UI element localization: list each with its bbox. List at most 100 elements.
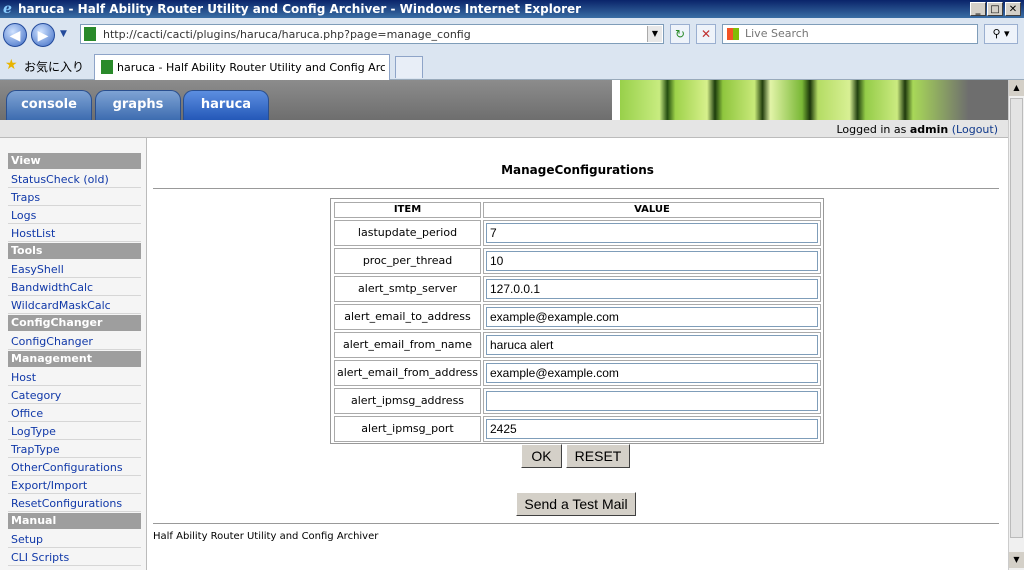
sidebar-item-setup[interactable]: Setup bbox=[8, 531, 141, 548]
sidebar-item-hostlist[interactable]: HostList bbox=[8, 225, 141, 242]
config-item-label: alert_email_from_address bbox=[334, 360, 481, 386]
sidebar-section-management: Management bbox=[8, 351, 141, 367]
title-divider bbox=[153, 188, 999, 189]
alert-ipmsg-port-input[interactable] bbox=[486, 419, 818, 439]
config-value-cell bbox=[483, 248, 821, 274]
tab-haruca[interactable]: haruca bbox=[183, 90, 269, 120]
config-item-label: lastupdate_period bbox=[334, 220, 481, 246]
login-prefix: Logged in as bbox=[836, 123, 907, 136]
sidebar-item-traps[interactable]: Traps bbox=[8, 189, 141, 206]
send-test-mail-button[interactable]: Send a Test Mail bbox=[516, 492, 636, 516]
cactus-banner-image bbox=[612, 80, 1008, 120]
sidebar-menu: View StatusCheck (old) Traps Logs HostLi… bbox=[0, 138, 147, 570]
address-url[interactable]: http://cacti/cacti/plugins/haruca/haruca… bbox=[103, 28, 471, 41]
alert-email-from-name-input[interactable] bbox=[486, 335, 818, 355]
ie-logo-icon: e bbox=[3, 1, 12, 17]
config-item-label: alert_email_from_name bbox=[334, 332, 481, 358]
history-dropdown-icon[interactable]: ▼ bbox=[60, 29, 67, 39]
config-item-label: alert_ipmsg_port bbox=[334, 416, 481, 442]
favorites-star-icon[interactable]: ★ bbox=[5, 58, 18, 72]
sidebar-item-office[interactable]: Office bbox=[8, 405, 141, 422]
sidebar-item-cli-scripts[interactable]: CLI Scripts bbox=[8, 549, 141, 566]
config-value-cell bbox=[483, 276, 821, 302]
favorites-label[interactable]: お気に入り bbox=[24, 58, 84, 75]
config-table: ITEM VALUE lastupdate_period proc_per_th… bbox=[330, 198, 824, 444]
alert-ipmsg-address-input[interactable] bbox=[486, 391, 818, 411]
maximize-button[interactable]: □ bbox=[987, 2, 1003, 16]
sidebar-item-traptype[interactable]: TrapType bbox=[8, 441, 141, 458]
config-value-cell bbox=[483, 332, 821, 358]
search-icon: ⚲ bbox=[992, 27, 1001, 40]
tab-favicon-icon bbox=[101, 60, 113, 74]
address-field[interactable]: http://cacti/cacti/plugins/haruca/haruca… bbox=[80, 24, 664, 44]
search-button[interactable]: ⚲ ▾ bbox=[984, 24, 1018, 44]
reset-button[interactable]: RESET bbox=[566, 444, 630, 468]
config-value-cell bbox=[483, 304, 821, 330]
sidebar-item-category[interactable]: Category bbox=[8, 387, 141, 404]
config-value-cell bbox=[483, 388, 821, 414]
browser-tab[interactable]: haruca - Half Ability Router Utility and… bbox=[94, 54, 390, 80]
sidebar-item-configchanger[interactable]: ConfigChanger bbox=[8, 333, 141, 350]
new-tab-button[interactable] bbox=[395, 56, 423, 78]
refresh-icon[interactable]: ↻ bbox=[670, 24, 690, 44]
tab-console[interactable]: console bbox=[6, 90, 92, 120]
sidebar-item-logs[interactable]: Logs bbox=[8, 207, 141, 224]
config-value-cell bbox=[483, 416, 821, 442]
sidebar-section-configchanger: ConfigChanger bbox=[8, 315, 141, 331]
footer-divider bbox=[153, 523, 999, 524]
column-header-item: ITEM bbox=[334, 202, 481, 218]
window-title-bar: e haruca - Half Ability Router Utility a… bbox=[0, 0, 1024, 18]
alert-email-from-address-input[interactable] bbox=[486, 363, 818, 383]
browser-tab-bar: ★ お気に入り haruca - Half Ability Router Uti… bbox=[0, 52, 1024, 80]
sidebar-section-view: View bbox=[8, 153, 141, 169]
sidebar-item-export-import[interactable]: Export/Import bbox=[8, 477, 141, 494]
logged-in-user: admin bbox=[909, 123, 949, 136]
config-item-label: alert_email_to_address bbox=[334, 304, 481, 330]
address-toolbar: ◀ ▶ ▼ http://cacti/cacti/plugins/haruca/… bbox=[0, 18, 1024, 52]
proc-per-thread-input[interactable] bbox=[486, 251, 818, 271]
config-item-label: alert_smtp_server bbox=[334, 276, 481, 302]
sidebar-section-tools: Tools bbox=[8, 243, 141, 259]
login-bar: Logged in as admin (Logout) bbox=[0, 120, 1008, 138]
main-content: ManageConfigurations ITEM VALUE lastupda… bbox=[147, 138, 1008, 570]
live-search-box[interactable] bbox=[722, 24, 978, 44]
sidebar-item-otherconfigurations[interactable]: OtherConfigurations bbox=[8, 459, 141, 476]
sidebar-item-easyshell[interactable]: EasyShell bbox=[8, 261, 141, 278]
footer-text: Half Ability Router Utility and Config A… bbox=[153, 531, 379, 542]
sidebar-item-wildcardmaskcalc[interactable]: WildcardMaskCalc bbox=[8, 297, 141, 314]
alert-email-to-address-input[interactable] bbox=[486, 307, 818, 327]
cacti-header: console graphs haruca bbox=[0, 80, 1008, 120]
forward-button[interactable]: ▶ bbox=[31, 23, 55, 47]
sidebar-item-resetconfigurations[interactable]: ResetConfigurations bbox=[8, 495, 141, 512]
ok-button[interactable]: OK bbox=[521, 444, 562, 468]
page-title: ManageConfigurations bbox=[501, 163, 654, 177]
config-item-label: alert_ipmsg_address bbox=[334, 388, 481, 414]
close-window-button[interactable]: ✕ bbox=[1005, 2, 1021, 16]
sidebar-item-bandwidthcalc[interactable]: BandwidthCalc bbox=[8, 279, 141, 296]
live-search-input[interactable] bbox=[745, 27, 965, 40]
column-header-value: VALUE bbox=[483, 202, 821, 218]
scroll-down-icon[interactable]: ▼ bbox=[1009, 552, 1024, 568]
sidebar-item-logtype[interactable]: LogType bbox=[8, 423, 141, 440]
back-button[interactable]: ◀ bbox=[3, 23, 27, 47]
config-value-cell bbox=[483, 360, 821, 386]
stop-icon[interactable]: ✕ bbox=[696, 24, 716, 44]
sidebar-item-statuscheck[interactable]: StatusCheck (old) bbox=[8, 171, 141, 188]
config-item-label: proc_per_thread bbox=[334, 248, 481, 274]
lastupdate-period-input[interactable] bbox=[486, 223, 818, 243]
sidebar-item-host[interactable]: Host bbox=[8, 369, 141, 386]
page-scrollbar[interactable]: ▲ ▼ bbox=[1008, 80, 1024, 570]
browser-tab-title: haruca - Half Ability Router Utility and… bbox=[117, 61, 385, 74]
scrollbar-thumb[interactable] bbox=[1010, 98, 1023, 538]
windows-logo-icon bbox=[727, 28, 739, 40]
sidebar-section-manual: Manual bbox=[8, 513, 141, 529]
minimize-button[interactable]: _ bbox=[970, 2, 986, 16]
tab-graphs[interactable]: graphs bbox=[95, 90, 181, 120]
logout-link[interactable]: (Logout) bbox=[952, 123, 998, 136]
address-dropdown-icon[interactable]: ▼ bbox=[647, 26, 662, 42]
window-title: haruca - Half Ability Router Utility and… bbox=[18, 2, 582, 16]
config-value-cell bbox=[483, 220, 821, 246]
alert-smtp-server-input[interactable] bbox=[486, 279, 818, 299]
site-favicon-icon bbox=[84, 27, 96, 41]
scroll-up-icon[interactable]: ▲ bbox=[1009, 80, 1024, 96]
